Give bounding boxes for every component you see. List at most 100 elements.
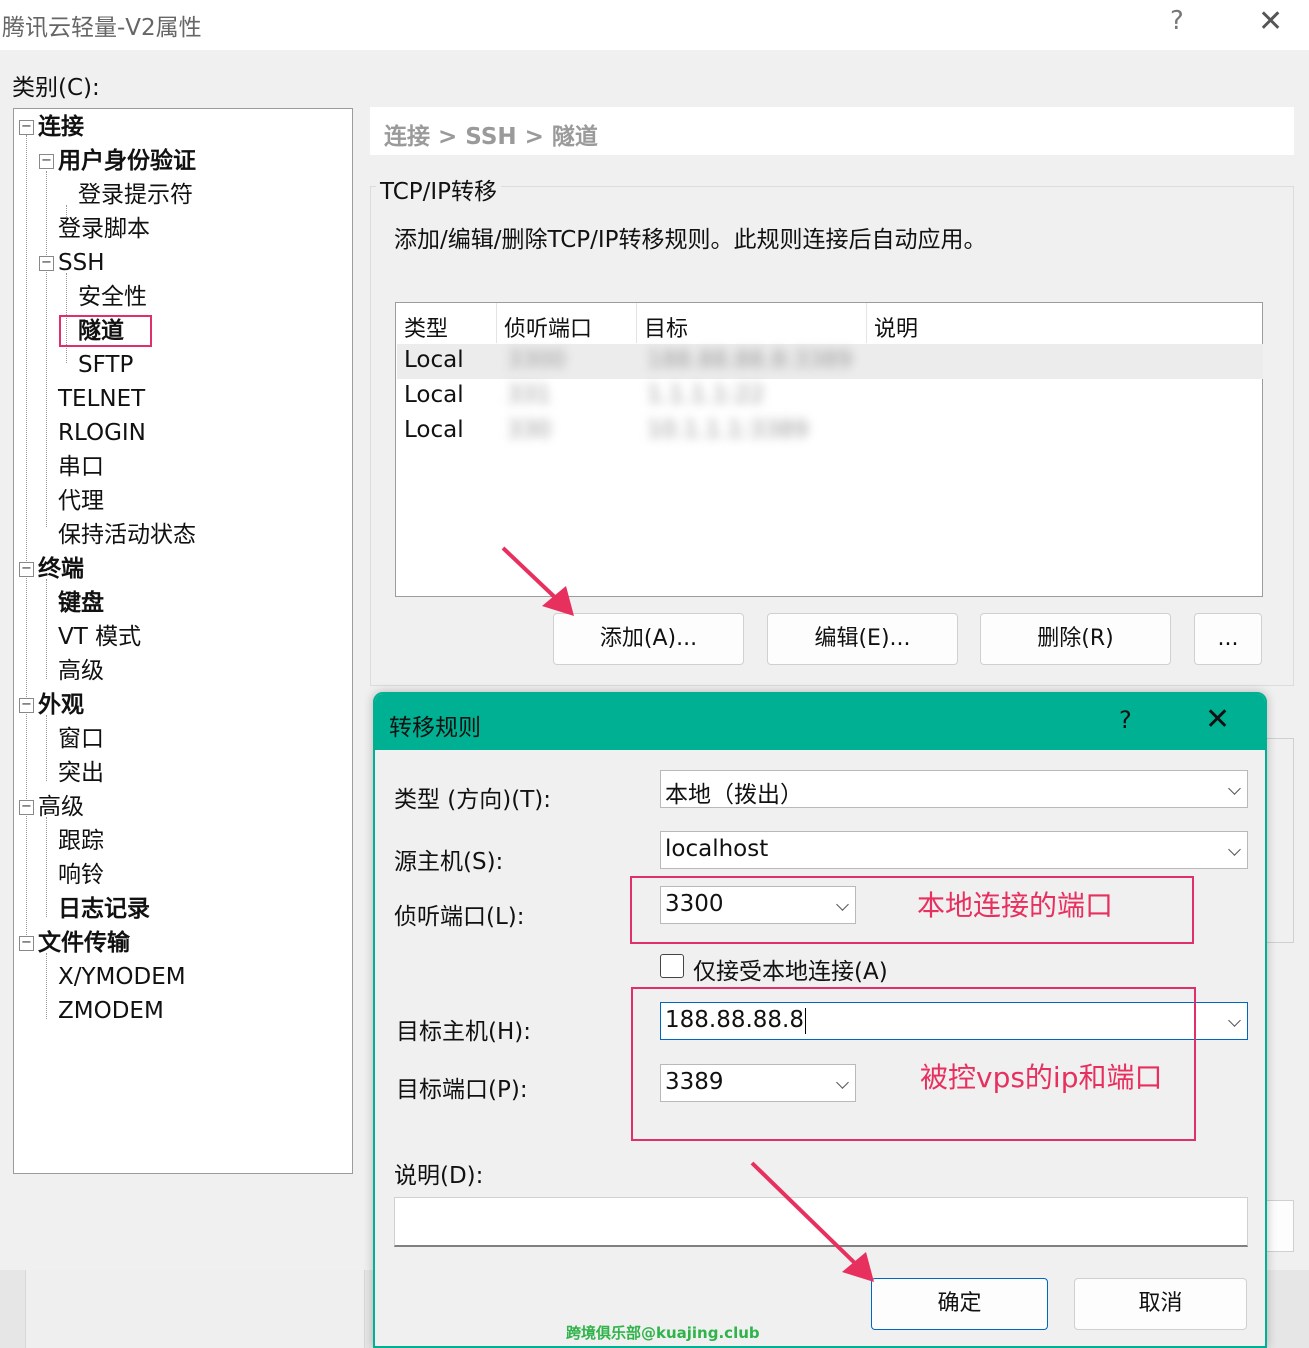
collapse-icon[interactable]: −	[39, 256, 54, 271]
collapse-icon[interactable]: −	[19, 120, 34, 135]
table-row[interactable]: Local 330 10.1.1.1:3389	[397, 414, 1263, 449]
collapse-icon[interactable]: −	[19, 562, 34, 577]
cell-target: 10.1.1.1:3389	[647, 417, 809, 443]
tree-item-connection[interactable]: 连接	[38, 113, 84, 141]
chevron-down-icon	[1228, 1014, 1241, 1027]
tree-guide-line	[46, 715, 47, 781]
tree-item-terminal[interactable]: 终端	[38, 555, 84, 583]
column-header-target[interactable]: 目标	[644, 311, 688, 343]
collapse-icon[interactable]: −	[19, 800, 34, 815]
delete-button[interactable]: 删除(R)	[980, 613, 1171, 665]
table-row[interactable]: Local 3300 188.88.88.8:3389	[397, 344, 1263, 379]
collapse-icon[interactable]: −	[19, 936, 34, 951]
tree-item-telnet[interactable]: TELNET	[58, 385, 145, 413]
forwarding-rules-list[interactable]: 类型 侦听端口 目标 说明 Local 3300 188.88.88.8:338…	[395, 302, 1263, 597]
dialog-title: 转移规则	[389, 715, 481, 741]
type-select[interactable]: 本地（拨出）	[660, 770, 1248, 808]
type-label: 类型 (方向)(T):	[394, 787, 552, 813]
tree-guide-line	[46, 171, 47, 527]
tree-item-zmodem[interactable]: ZMODEM	[58, 997, 164, 1025]
help-icon[interactable]: ?	[1170, 6, 1184, 36]
cell-port: 331	[507, 382, 551, 408]
dialog-help-icon[interactable]: ?	[1119, 706, 1132, 734]
tree-item-proxy[interactable]: 代理	[58, 487, 104, 515]
cell-type: Local	[404, 382, 464, 408]
tree-item-keyboard[interactable]: 键盘	[58, 589, 104, 617]
tree-item-window[interactable]: 窗口	[58, 725, 104, 753]
background-button-edge	[1266, 1200, 1294, 1252]
table-row[interactable]: Local 331 1.1.1.1:22	[397, 379, 1263, 414]
local-only-checkbox[interactable]	[660, 954, 684, 978]
column-separator	[496, 303, 497, 343]
forwarding-group-title: TCP/IP转移	[376, 172, 502, 206]
tree-item-logging[interactable]: 日志记录	[58, 895, 150, 923]
tree-item-bell[interactable]: 响铃	[58, 861, 104, 889]
window-titlebar: 腾讯云轻量-V2属性 ? ✕	[0, 0, 1309, 50]
target-host-label: 目标主机(H):	[396, 1019, 531, 1045]
source-host-label: 源主机(S):	[394, 849, 504, 875]
cell-target: 1.1.1.1:22	[647, 382, 765, 408]
source-host-combo[interactable]: localhost	[660, 831, 1248, 869]
listen-port-label: 侦听端口(L):	[394, 904, 525, 930]
tree-guide-line	[46, 579, 47, 679]
tree-item-xymodem[interactable]: X/YMODEM	[58, 963, 186, 991]
local-only-label[interactable]: 仅接受本地连接(A)	[693, 952, 888, 986]
column-separator	[636, 303, 637, 343]
cell-target: 188.88.88.8:3389	[647, 347, 853, 373]
tree-item-login-script[interactable]: 登录脚本	[58, 215, 150, 243]
annotation-local-port: 本地连接的端口	[917, 889, 1114, 922]
collapse-icon[interactable]: −	[19, 698, 34, 713]
tree-item-auth[interactable]: 用户身份验证	[58, 147, 196, 175]
tree-item-file-transfer[interactable]: 文件传输	[38, 929, 130, 957]
tree-item-security[interactable]: 安全性	[78, 283, 147, 311]
cell-port: 330	[507, 417, 551, 443]
column-header-port[interactable]: 侦听端口	[504, 311, 592, 343]
type-select-value: 本地（拨出）	[665, 782, 803, 808]
category-label: 类别(C):	[12, 75, 100, 101]
tree-item-terminal-advanced[interactable]: 高级	[58, 657, 104, 685]
forwarding-description: 添加/编辑/删除TCP/IP转移规则。此规则连接后自动应用。	[394, 227, 987, 253]
tree-item-ssh[interactable]: SSH	[58, 249, 105, 277]
column-header-type[interactable]: 类型	[404, 311, 448, 343]
dialog-titlebar: 转移规则 ? ✕	[375, 694, 1265, 750]
chevron-down-icon	[1228, 782, 1241, 795]
watermark: 跨境俱乐部@kuajing.club	[566, 1324, 760, 1342]
tree-item-trace[interactable]: 跟踪	[58, 827, 104, 855]
more-button[interactable]: ...	[1194, 613, 1262, 665]
tree-guide-line	[26, 135, 27, 935]
annotation-target: 被控vps的ip和端口	[920, 1061, 1163, 1094]
tree-item-keepalive[interactable]: 保持活动状态	[58, 521, 196, 549]
tree-item-rlogin[interactable]: RLOGIN	[58, 419, 146, 447]
dialog-close-icon[interactable]: ✕	[1205, 702, 1230, 737]
tree-item-advanced[interactable]: 高级	[38, 793, 84, 821]
close-icon[interactable]: ✕	[1258, 4, 1283, 39]
tree-guide-line	[46, 817, 47, 917]
tree-item-appearance[interactable]: 外观	[38, 691, 84, 719]
background-group-edge	[1266, 738, 1294, 943]
chevron-down-icon	[1228, 843, 1241, 856]
add-button[interactable]: 添加(A)...	[553, 613, 744, 665]
tree-item-highlight[interactable]: 突出	[58, 759, 104, 787]
target-port-label: 目标端口(P):	[396, 1077, 528, 1103]
description-label: 说明(D):	[394, 1163, 484, 1189]
column-separator	[866, 303, 867, 343]
tree-item-tunnel[interactable]: 隧道	[78, 317, 124, 345]
tree-item-sftp[interactable]: SFTP	[78, 351, 133, 379]
edit-button[interactable]: 编辑(E)...	[767, 613, 958, 665]
cancel-button[interactable]: 取消	[1074, 1278, 1247, 1330]
cell-type: Local	[404, 417, 464, 443]
window-title: 腾讯云轻量-V2属性	[2, 15, 202, 41]
ok-button[interactable]: 确定	[871, 1278, 1048, 1330]
column-header-description[interactable]: 说明	[874, 311, 918, 343]
description-input[interactable]	[394, 1197, 1248, 1247]
tree-item-vt-mode[interactable]: VT 模式	[58, 623, 141, 651]
tree-guide-line	[46, 953, 47, 1019]
collapse-icon[interactable]: −	[39, 154, 54, 169]
cell-type: Local	[404, 347, 464, 373]
cell-port: 3300	[507, 347, 566, 373]
breadcrumb: 连接 > SSH > 隧道	[370, 107, 1294, 155]
source-host-value: localhost	[665, 836, 769, 862]
tree-item-serial[interactable]: 串口	[58, 453, 104, 481]
category-tree[interactable]: − 连接 − 用户身份验证 登录提示符 登录脚本 − SSH 安全性 隧道 SF…	[13, 108, 353, 1174]
tree-item-login-prompt[interactable]: 登录提示符	[78, 181, 193, 209]
